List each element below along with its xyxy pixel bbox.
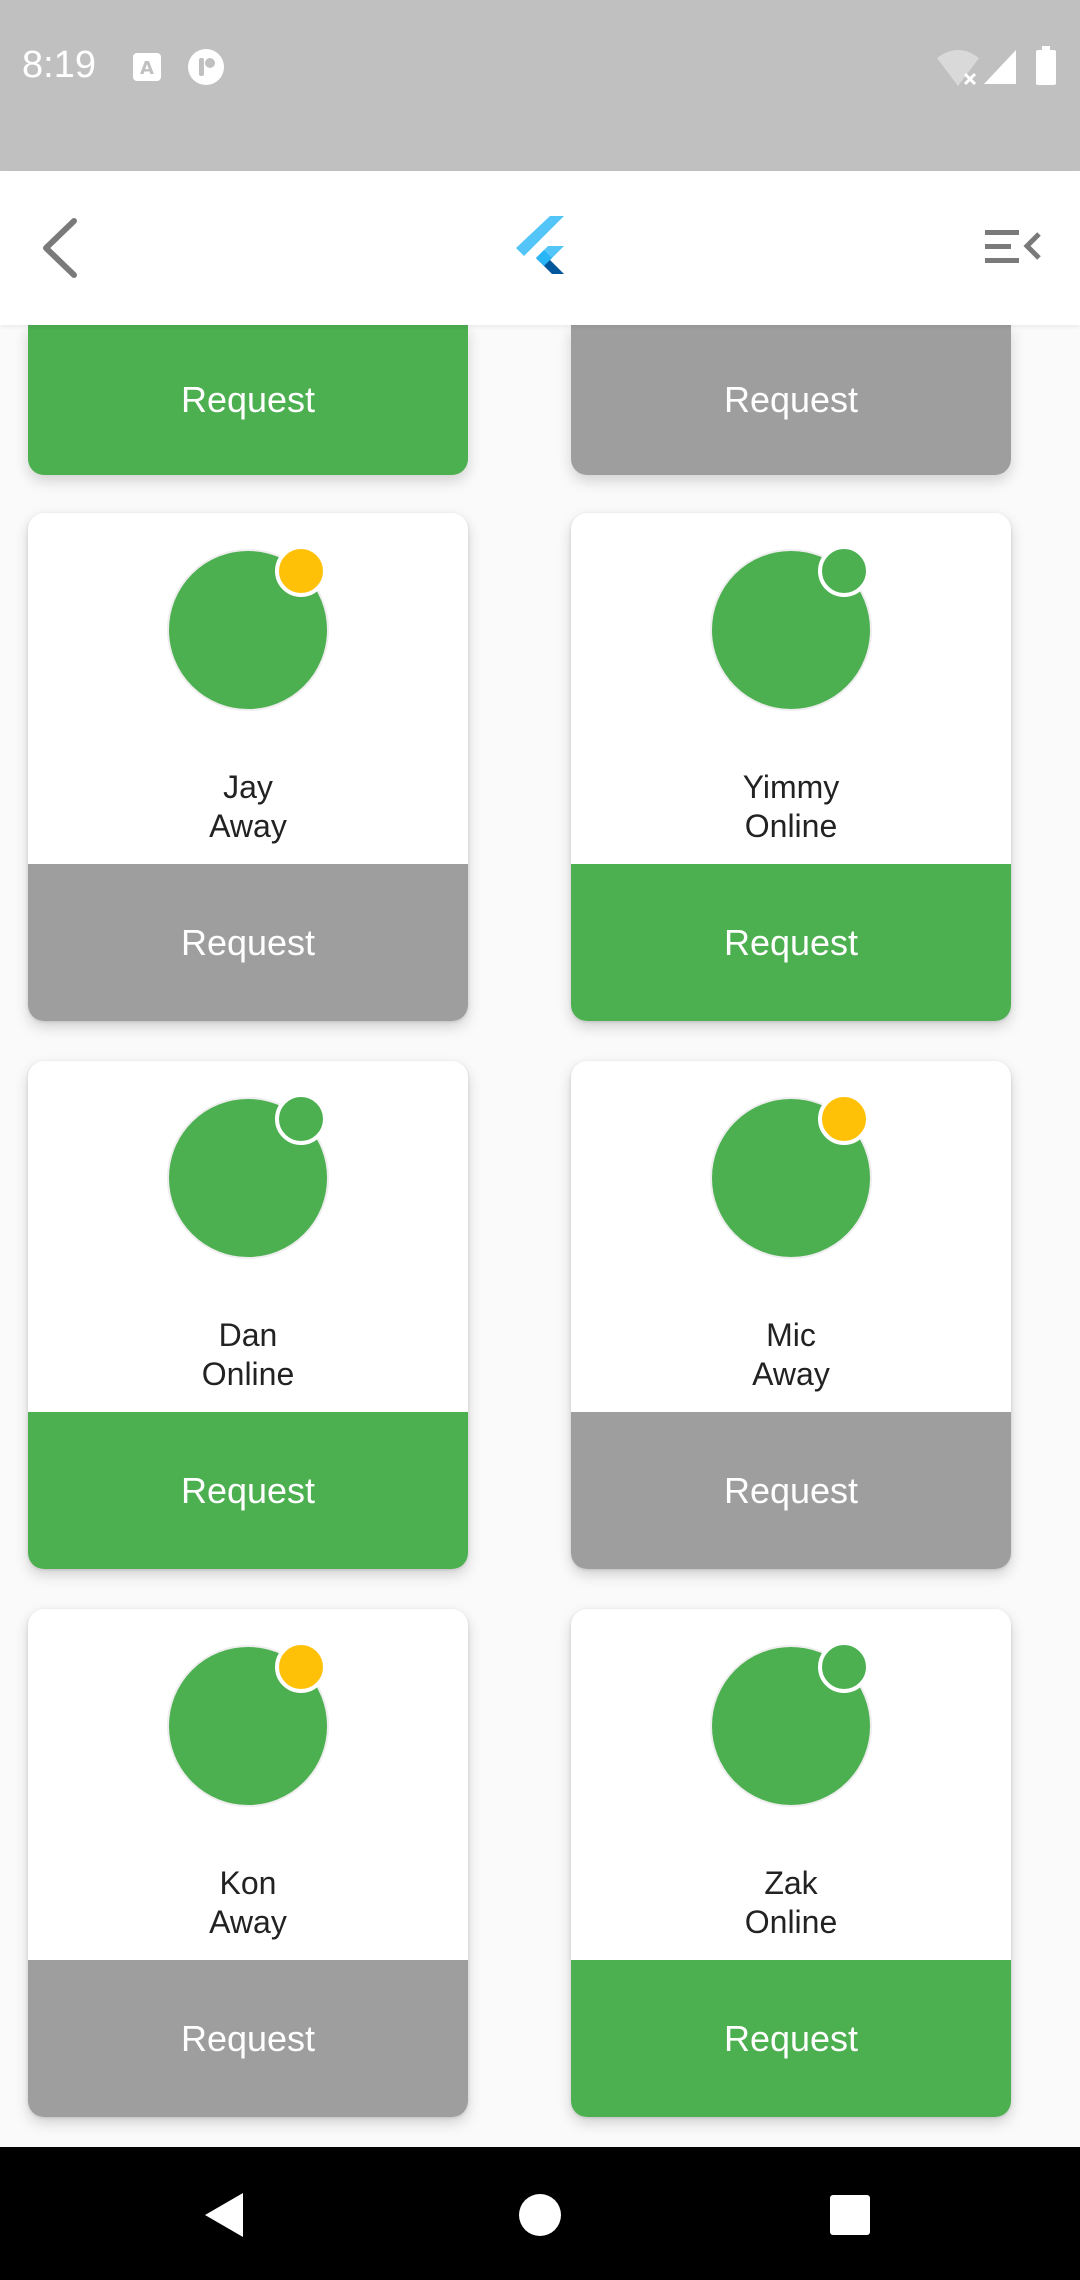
status-indicator (818, 1093, 870, 1145)
status-indicator (275, 1093, 327, 1145)
request-button[interactable]: Request (28, 325, 468, 475)
request-button[interactable]: Request (571, 1412, 1011, 1569)
request-button[interactable]: Request (28, 1960, 468, 2117)
contact-status: Online (744, 1904, 838, 1940)
app-bar (0, 171, 1080, 325)
contact-card: Mic Away Request (571, 1061, 1011, 1569)
status-indicator (818, 1641, 870, 1693)
contact-status: Away (209, 1904, 287, 1940)
avatar (710, 545, 872, 711)
request-button[interactable]: Request (28, 1412, 468, 1569)
home-nav-icon[interactable] (510, 2185, 570, 2245)
recents-nav-icon[interactable] (820, 2185, 880, 2245)
status-indicator (818, 545, 870, 597)
svg-text:A: A (140, 58, 154, 79)
contact-card: Zak Online Request (571, 1609, 1011, 2117)
back-nav-icon[interactable] (195, 2185, 255, 2245)
avatar (710, 1641, 872, 1807)
contact-name: Mic (766, 1317, 816, 1353)
wifi-off-icon (937, 50, 979, 86)
signal-icon (984, 50, 1016, 84)
request-button[interactable]: Request (571, 864, 1011, 1021)
battery-icon (1036, 46, 1056, 85)
flutter-logo (516, 216, 564, 274)
a-notification-icon: A (133, 53, 161, 81)
contact-name: Yimmy (742, 769, 840, 805)
avatar (710, 1093, 872, 1259)
contact-name: Jay (223, 769, 273, 805)
contact-name: Dan (218, 1317, 278, 1353)
contact-card: Jay Away Request (28, 513, 468, 1021)
app-notification-icon (188, 49, 224, 85)
contact-status: Away (752, 1356, 830, 1392)
avatar (167, 1641, 329, 1807)
contact-grid[interactable]: Request Request Jay Away Request Yimmy O… (0, 325, 1080, 2147)
chevron-left-icon[interactable] (30, 215, 90, 281)
avatar (167, 1093, 329, 1259)
request-button[interactable]: Request (571, 325, 1011, 475)
request-button[interactable]: Request (28, 864, 468, 1021)
contact-name: Zak (764, 1865, 818, 1901)
contact-card: Yimmy Online Request (571, 513, 1011, 1021)
status-indicator (275, 1641, 327, 1693)
contact-card: Kon Away Request (28, 1609, 468, 2117)
status-indicator (275, 545, 327, 597)
contact-card: Dan Online Request (28, 1061, 468, 1569)
contact-name: Kon (219, 1865, 277, 1901)
contact-status: Online (744, 808, 838, 844)
status-time: 8:19 (22, 44, 96, 86)
status-bar: 8:19 A (0, 0, 1080, 171)
avatar (167, 545, 329, 711)
system-nav-bar (0, 2147, 1080, 2280)
contact-status: Online (201, 1356, 295, 1392)
contact-status: Away (209, 808, 287, 844)
menu-collapse-icon[interactable] (985, 224, 1041, 270)
request-button[interactable]: Request (571, 1960, 1011, 2117)
